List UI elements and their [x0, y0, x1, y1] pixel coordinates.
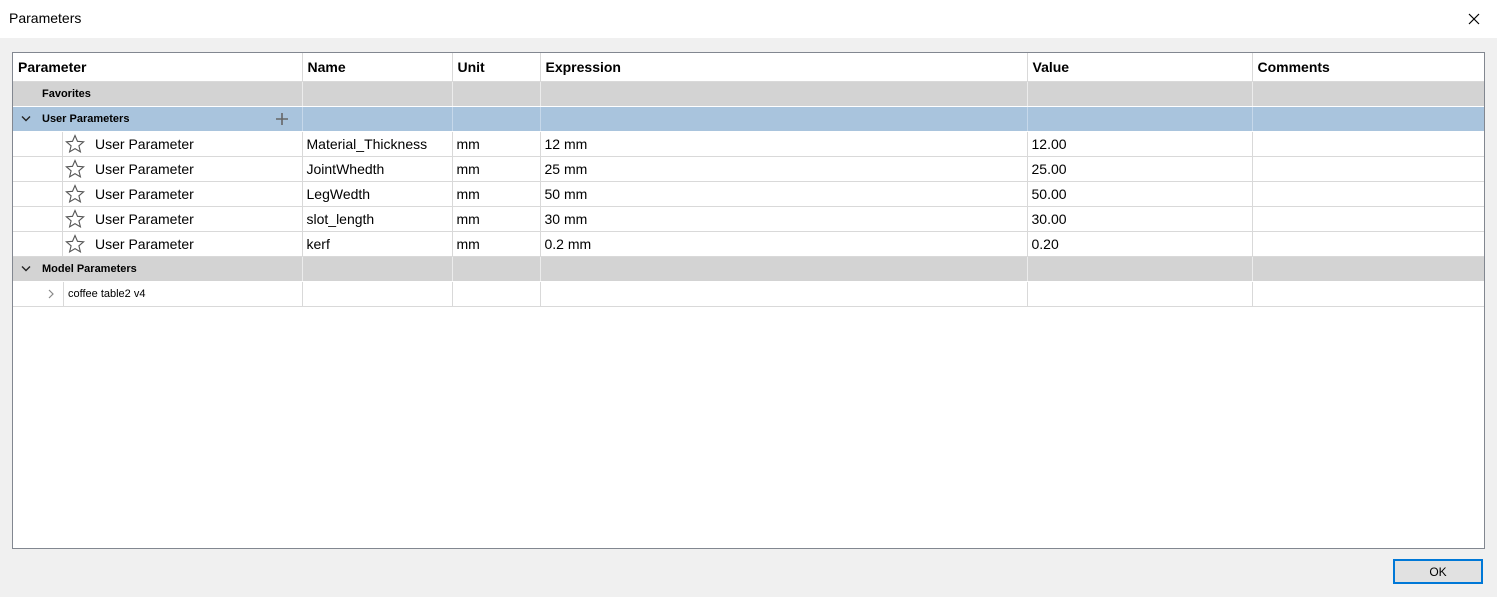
parameter-expression-cell[interactable]: 50 mm	[540, 181, 1028, 207]
model-item-label: coffee table2 v4	[68, 287, 146, 300]
close-button[interactable]	[1451, 0, 1497, 38]
parameter-name-cell[interactable]: JointWhedth	[302, 156, 453, 182]
column-header-comments[interactable]: Comments	[1252, 53, 1484, 82]
ok-button[interactable]: OK	[1393, 559, 1483, 584]
model-parameters-label: Model Parameters	[42, 262, 137, 275]
title-bar: Parameters	[0, 0, 1497, 38]
column-header-expression[interactable]: Expression	[540, 53, 1028, 82]
parameter-name-cell[interactable]: LegWedth	[302, 181, 453, 207]
parameter-expression-cell[interactable]: 25 mm	[540, 156, 1028, 182]
parameter-value-cell: 25.00	[1027, 156, 1253, 182]
add-parameter-plus-icon[interactable]	[275, 108, 289, 130]
parameter-name-cell[interactable]: Material_Thickness	[302, 131, 453, 157]
parameter-unit-cell[interactable]: mm	[452, 231, 541, 257]
close-icon	[1468, 13, 1480, 25]
parameter-type-label: User Parameter	[95, 135, 194, 152]
parameter-comment-cell[interactable]	[1252, 156, 1484, 182]
favorites-label: Favorites	[42, 87, 91, 100]
parameter-comment-cell[interactable]	[1252, 206, 1484, 232]
parameters-table-panel: Parameter Name Unit Expression Value Com…	[12, 52, 1485, 549]
model-tree-item[interactable]: coffee table2 v4	[13, 281, 1484, 307]
parameter-value-cell: 30.00	[1027, 206, 1253, 232]
parameter-name-cell[interactable]: slot_length	[302, 206, 453, 232]
chevron-right-icon[interactable]	[46, 288, 56, 300]
parameter-comment-cell[interactable]	[1252, 231, 1484, 257]
parameter-unit-cell[interactable]: mm	[452, 156, 541, 182]
parameters-table: Parameter Name Unit Expression Value Com…	[13, 53, 1484, 307]
star-icon[interactable]	[65, 208, 85, 229]
parameter-type-label: User Parameter	[95, 210, 194, 227]
parameter-expression-cell[interactable]: 30 mm	[540, 206, 1028, 232]
parameter-type-label: User Parameter	[95, 160, 194, 177]
parameter-value-cell: 50.00	[1027, 181, 1253, 207]
column-header-parameter[interactable]: Parameter	[13, 53, 303, 82]
parameter-expression-cell[interactable]: 0.2 mm	[540, 231, 1028, 257]
parameter-unit-cell[interactable]: mm	[452, 131, 541, 157]
favorites-group-row[interactable]: Favorites	[13, 81, 1484, 107]
chevron-down-icon[interactable]	[20, 113, 32, 125]
parameter-unit-cell[interactable]: mm	[452, 206, 541, 232]
column-header-unit[interactable]: Unit	[452, 53, 541, 82]
parameter-value-cell: 0.20	[1027, 231, 1253, 257]
parameter-comment-cell[interactable]	[1252, 181, 1484, 207]
user-parameter-row[interactable]: User Parameter JointWhedth mm 25 mm 25.0…	[13, 156, 1484, 182]
star-icon[interactable]	[65, 233, 85, 254]
parameter-unit-cell[interactable]: mm	[452, 181, 541, 207]
column-header-name[interactable]: Name	[302, 53, 453, 82]
user-parameters-label: User Parameters	[42, 112, 130, 125]
user-parameter-row[interactable]: User Parameter Material_Thickness mm 12 …	[13, 131, 1484, 157]
star-icon[interactable]	[65, 183, 85, 204]
chevron-down-icon[interactable]	[20, 263, 32, 275]
parameter-comment-cell[interactable]	[1252, 131, 1484, 157]
star-icon[interactable]	[65, 133, 85, 154]
parameter-expression-cell[interactable]: 12 mm	[540, 131, 1028, 157]
parameter-type-label: User Parameter	[95, 235, 194, 252]
parameter-value-cell: 12.00	[1027, 131, 1253, 157]
window-title: Parameters	[9, 10, 82, 26]
parameter-type-label: User Parameter	[95, 185, 194, 202]
model-parameters-group-row[interactable]: Model Parameters	[13, 256, 1484, 282]
user-parameter-row[interactable]: User Parameter kerf mm 0.2 mm 0.20	[13, 231, 1484, 257]
star-icon[interactable]	[65, 158, 85, 179]
column-header-value[interactable]: Value	[1027, 53, 1253, 82]
parameter-name-cell[interactable]: kerf	[302, 231, 453, 257]
user-parameter-row[interactable]: User Parameter LegWedth mm 50 mm 50.00	[13, 181, 1484, 207]
user-parameter-row[interactable]: User Parameter slot_length mm 30 mm 30.0…	[13, 206, 1484, 232]
header-row: Parameter Name Unit Expression Value Com…	[13, 53, 1484, 82]
user-parameters-group-row[interactable]: User Parameters	[13, 106, 1484, 132]
